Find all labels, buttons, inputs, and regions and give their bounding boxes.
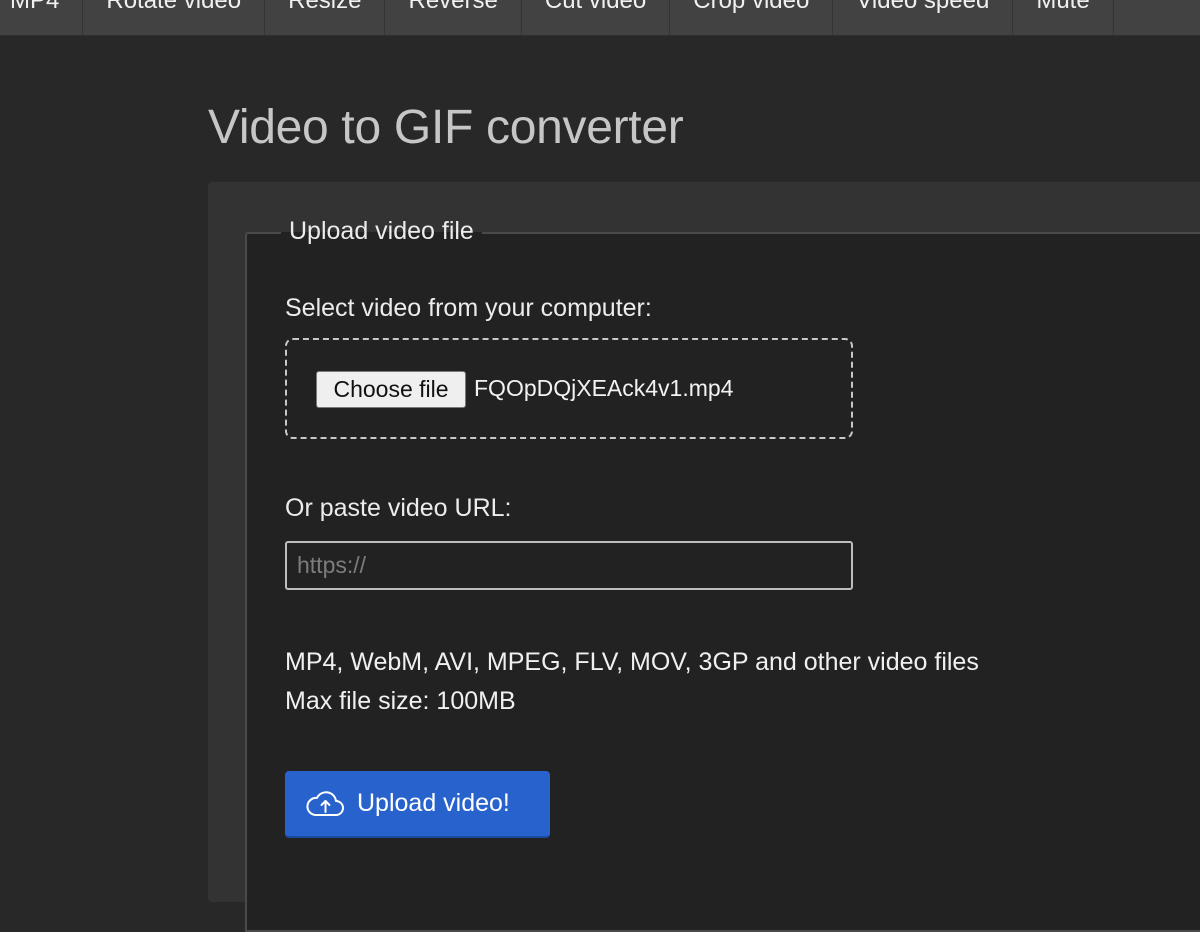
video-url-label: Or paste video URL:: [285, 494, 512, 522]
nav-item-resize[interactable]: Resize: [265, 0, 386, 35]
choose-file-button[interactable]: Choose file: [316, 371, 466, 408]
nav-item-rotate-video[interactable]: Rotate video: [83, 0, 266, 35]
video-url-input[interactable]: [285, 541, 853, 590]
nav-item-label: Rotate video: [106, 0, 242, 14]
nav-item-reverse[interactable]: Reverse: [385, 0, 522, 35]
select-file-label: Select video from your computer:: [285, 294, 652, 322]
nav-item-label: Reverse: [408, 0, 498, 14]
nav-item-label: Video speed: [856, 0, 990, 14]
supported-formats-text: MP4, WebM, AVI, MPEG, FLV, MOV, 3GP and …: [285, 648, 979, 676]
nav-item-label: Resize: [288, 0, 362, 14]
cloud-upload-icon: [306, 790, 344, 816]
upload-fieldset-legend: Upload video file: [281, 217, 482, 246]
nav-item-video-speed[interactable]: Video speed: [833, 0, 1014, 35]
nav-item-cut-video[interactable]: Cut video: [522, 0, 671, 35]
nav-item-label: MP4: [10, 0, 60, 14]
nav-item-label: Mute: [1036, 0, 1090, 14]
page-title: Video to GIF converter: [208, 101, 684, 154]
nav-item-label: Cut video: [544, 0, 647, 14]
upload-video-button[interactable]: Upload video!: [285, 771, 550, 838]
max-file-size-text: Max file size: 100MB: [285, 687, 516, 715]
nav-item-mute[interactable]: Mute: [1013, 0, 1114, 35]
upload-video-button-label: Upload video!: [357, 789, 510, 817]
top-navigation: MP4 Rotate video Resize Reverse Cut vide…: [0, 0, 1200, 36]
nav-item-mp4[interactable]: MP4: [0, 0, 84, 35]
selected-file-name: FQOpDQjXEAck4v1.mp4: [474, 375, 734, 401]
nav-item-label: Crop video: [693, 0, 810, 14]
nav-item-crop-video[interactable]: Crop video: [670, 0, 834, 35]
